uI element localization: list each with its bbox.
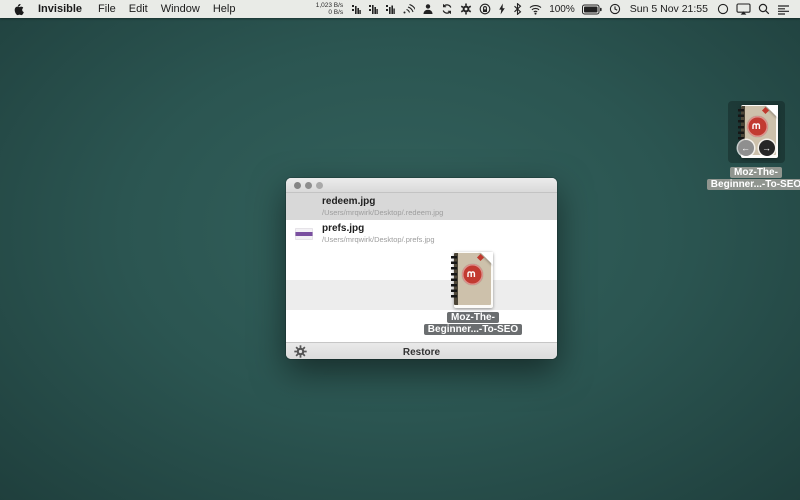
file-thumbnail-prefs xyxy=(295,228,313,240)
circle-icon[interactable] xyxy=(717,3,729,15)
drag-label-line1: Moz-The- xyxy=(447,312,499,323)
desktop: { "menu_bar": { "app_name": "Invisible",… xyxy=(0,0,800,500)
signal-waves-icon[interactable] xyxy=(402,3,415,15)
cpu-graph-icon[interactable] xyxy=(351,4,361,15)
desktop-icon-label-line2[interactable]: Beginner...-To-SEO xyxy=(707,179,800,190)
moz-logo xyxy=(752,123,763,130)
file-name: redeem.jpg xyxy=(322,196,443,207)
user-icon[interactable] xyxy=(422,3,434,15)
dragged-file-icon[interactable] xyxy=(448,252,493,308)
page-previous-button[interactable]: ← xyxy=(738,140,754,156)
app-menu-title[interactable]: Invisible xyxy=(38,3,82,15)
airplay-display-icon[interactable] xyxy=(736,3,751,15)
gear-icon[interactable] xyxy=(460,3,472,15)
settings-gear-icon[interactable] xyxy=(294,345,307,359)
moz-logo xyxy=(467,271,478,278)
lock-circle-icon[interactable] xyxy=(479,3,491,15)
menu-file[interactable]: File xyxy=(98,3,116,15)
file-path: /Users/mrqwirk/Desktop/.prefs.jpg xyxy=(322,234,435,245)
window-title-bar[interactable] xyxy=(286,178,557,193)
file-name: prefs.jpg xyxy=(322,223,435,234)
restore-button[interactable]: Restore xyxy=(286,347,557,358)
menu-window[interactable]: Window xyxy=(161,3,200,15)
file-row-prefs[interactable]: prefs.jpg /Users/mrqwirk/Desktop/.prefs.… xyxy=(286,220,557,247)
network-speed-readout[interactable]: 1,023 B/s 0 B/s xyxy=(316,2,343,16)
menu-bar: Invisible File Edit Window Help 1,023 B/… xyxy=(0,0,800,18)
bluetooth-icon[interactable] xyxy=(513,3,522,15)
menu-bar-clock[interactable]: Sun 5 Nov 21:55 xyxy=(630,3,708,15)
close-window-button[interactable] xyxy=(294,182,301,189)
empty-list-stripe xyxy=(286,247,557,280)
menu-help[interactable]: Help xyxy=(213,3,236,15)
memory-graph-icon[interactable] xyxy=(368,4,378,15)
apple-menu-icon[interactable] xyxy=(13,3,24,16)
window-toolbar: Restore xyxy=(286,342,557,359)
menu-edit[interactable]: Edit xyxy=(129,3,148,15)
empty-list-stripe xyxy=(286,280,557,310)
disk-graph-icon[interactable] xyxy=(385,4,395,15)
sync-icon[interactable] xyxy=(441,3,453,15)
moz-guide-document-icon[interactable] xyxy=(448,252,493,308)
battery-icon[interactable] xyxy=(582,4,602,15)
desktop-icon-label-line1[interactable]: Moz-The- xyxy=(730,167,782,178)
dragged-file-label: Moz-The- Beginner...-To-SEO xyxy=(403,312,543,335)
zoom-window-button[interactable] xyxy=(316,182,323,189)
file-row-redeem[interactable]: redeem.jpg /Users/mrqwirk/Desktop/.redee… xyxy=(286,193,557,220)
time-machine-icon[interactable] xyxy=(609,3,621,15)
wifi-icon[interactable] xyxy=(529,4,542,15)
notification-center-icon[interactable] xyxy=(777,4,790,15)
lightning-icon[interactable] xyxy=(498,3,506,15)
minimize-window-button[interactable] xyxy=(305,182,312,189)
drag-label-line2: Beginner...-To-SEO xyxy=(424,324,522,335)
desktop-icon-selection[interactable]: ← → xyxy=(728,101,785,163)
desktop-file-icon[interactable]: ← → Moz-The- Beginner...-To-SEO xyxy=(696,101,800,190)
battery-percent-label: 100% xyxy=(549,4,575,15)
spiral-binding xyxy=(451,256,457,301)
file-thumbnail-redeem xyxy=(295,201,313,213)
spotlight-icon[interactable] xyxy=(758,3,770,15)
file-path: /Users/mrqwirk/Desktop/.redeem.jpg xyxy=(322,207,443,218)
moz-logo-badge xyxy=(462,264,483,285)
page-next-button[interactable]: → xyxy=(759,140,775,156)
